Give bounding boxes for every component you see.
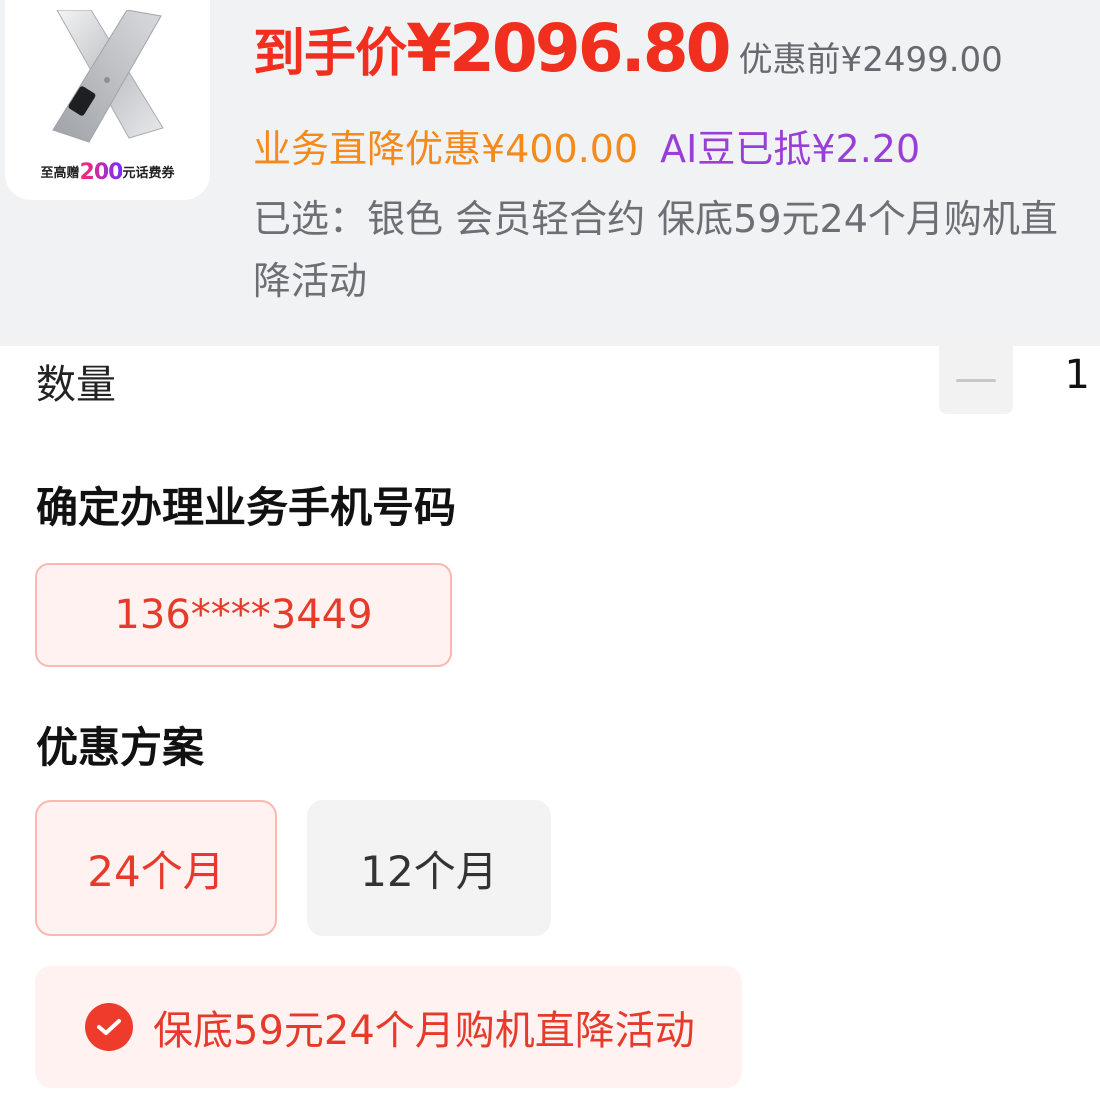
final-price-value: ¥2096.80 bbox=[406, 10, 732, 87]
price-row: 到手价 ¥2096.80 优惠前¥2499.00 bbox=[253, 10, 1003, 90]
business-discount: 业务直降优惠¥400.00 bbox=[253, 127, 639, 171]
minus-icon bbox=[956, 378, 996, 382]
phone-number-option[interactable]: 136****3449 bbox=[35, 563, 452, 667]
product-summary-header: 至高赠200元话费券 到手价 ¥2096.80 优惠前¥2499.00 业务直降… bbox=[0, 0, 1100, 346]
gift-caption-suffix: 元话费券 bbox=[122, 166, 175, 181]
phone-section-title: 确定办理业务手机号码 bbox=[36, 483, 457, 532]
order-config-page: 至高赠200元话费券 到手价 ¥2096.80 优惠前¥2499.00 业务直降… bbox=[0, 0, 1100, 1103]
check-circle-icon bbox=[85, 1003, 133, 1051]
plan-option-12-months[interactable]: 12个月 bbox=[307, 800, 551, 936]
original-price: 优惠前¥2499.00 bbox=[738, 40, 1003, 80]
device-image bbox=[52, 10, 164, 143]
gift-amount: 200 bbox=[79, 160, 124, 185]
plan-section-title: 优惠方案 bbox=[36, 723, 205, 772]
discount-row: 业务直降优惠¥400.00 AI豆已抵¥2.20 bbox=[253, 118, 920, 173]
promo-option[interactable]: 保底59元24个月购机直降活动 bbox=[35, 966, 742, 1088]
plan-option-24-months[interactable]: 24个月 bbox=[35, 800, 277, 936]
quantity-label: 数量 bbox=[36, 362, 116, 408]
ai-bean-deduction: AI豆已抵¥2.20 bbox=[660, 127, 921, 171]
gift-caption: 至高赠200元话费券 bbox=[5, 160, 210, 185]
final-price-label: 到手价 bbox=[253, 24, 407, 84]
quantity-value: 1 bbox=[1064, 352, 1090, 398]
promo-label: 保底59元24个月购机直降活动 bbox=[153, 1008, 695, 1054]
selected-options-summary: 已选：银色 会员轻合约 保底59元24个月购机直降活动 bbox=[253, 197, 1058, 303]
product-thumbnail[interactable]: 至高赠200元话费券 bbox=[5, 0, 210, 200]
gift-caption-prefix: 至高赠 bbox=[40, 166, 80, 181]
quantity-decrease-button[interactable] bbox=[939, 346, 1013, 414]
